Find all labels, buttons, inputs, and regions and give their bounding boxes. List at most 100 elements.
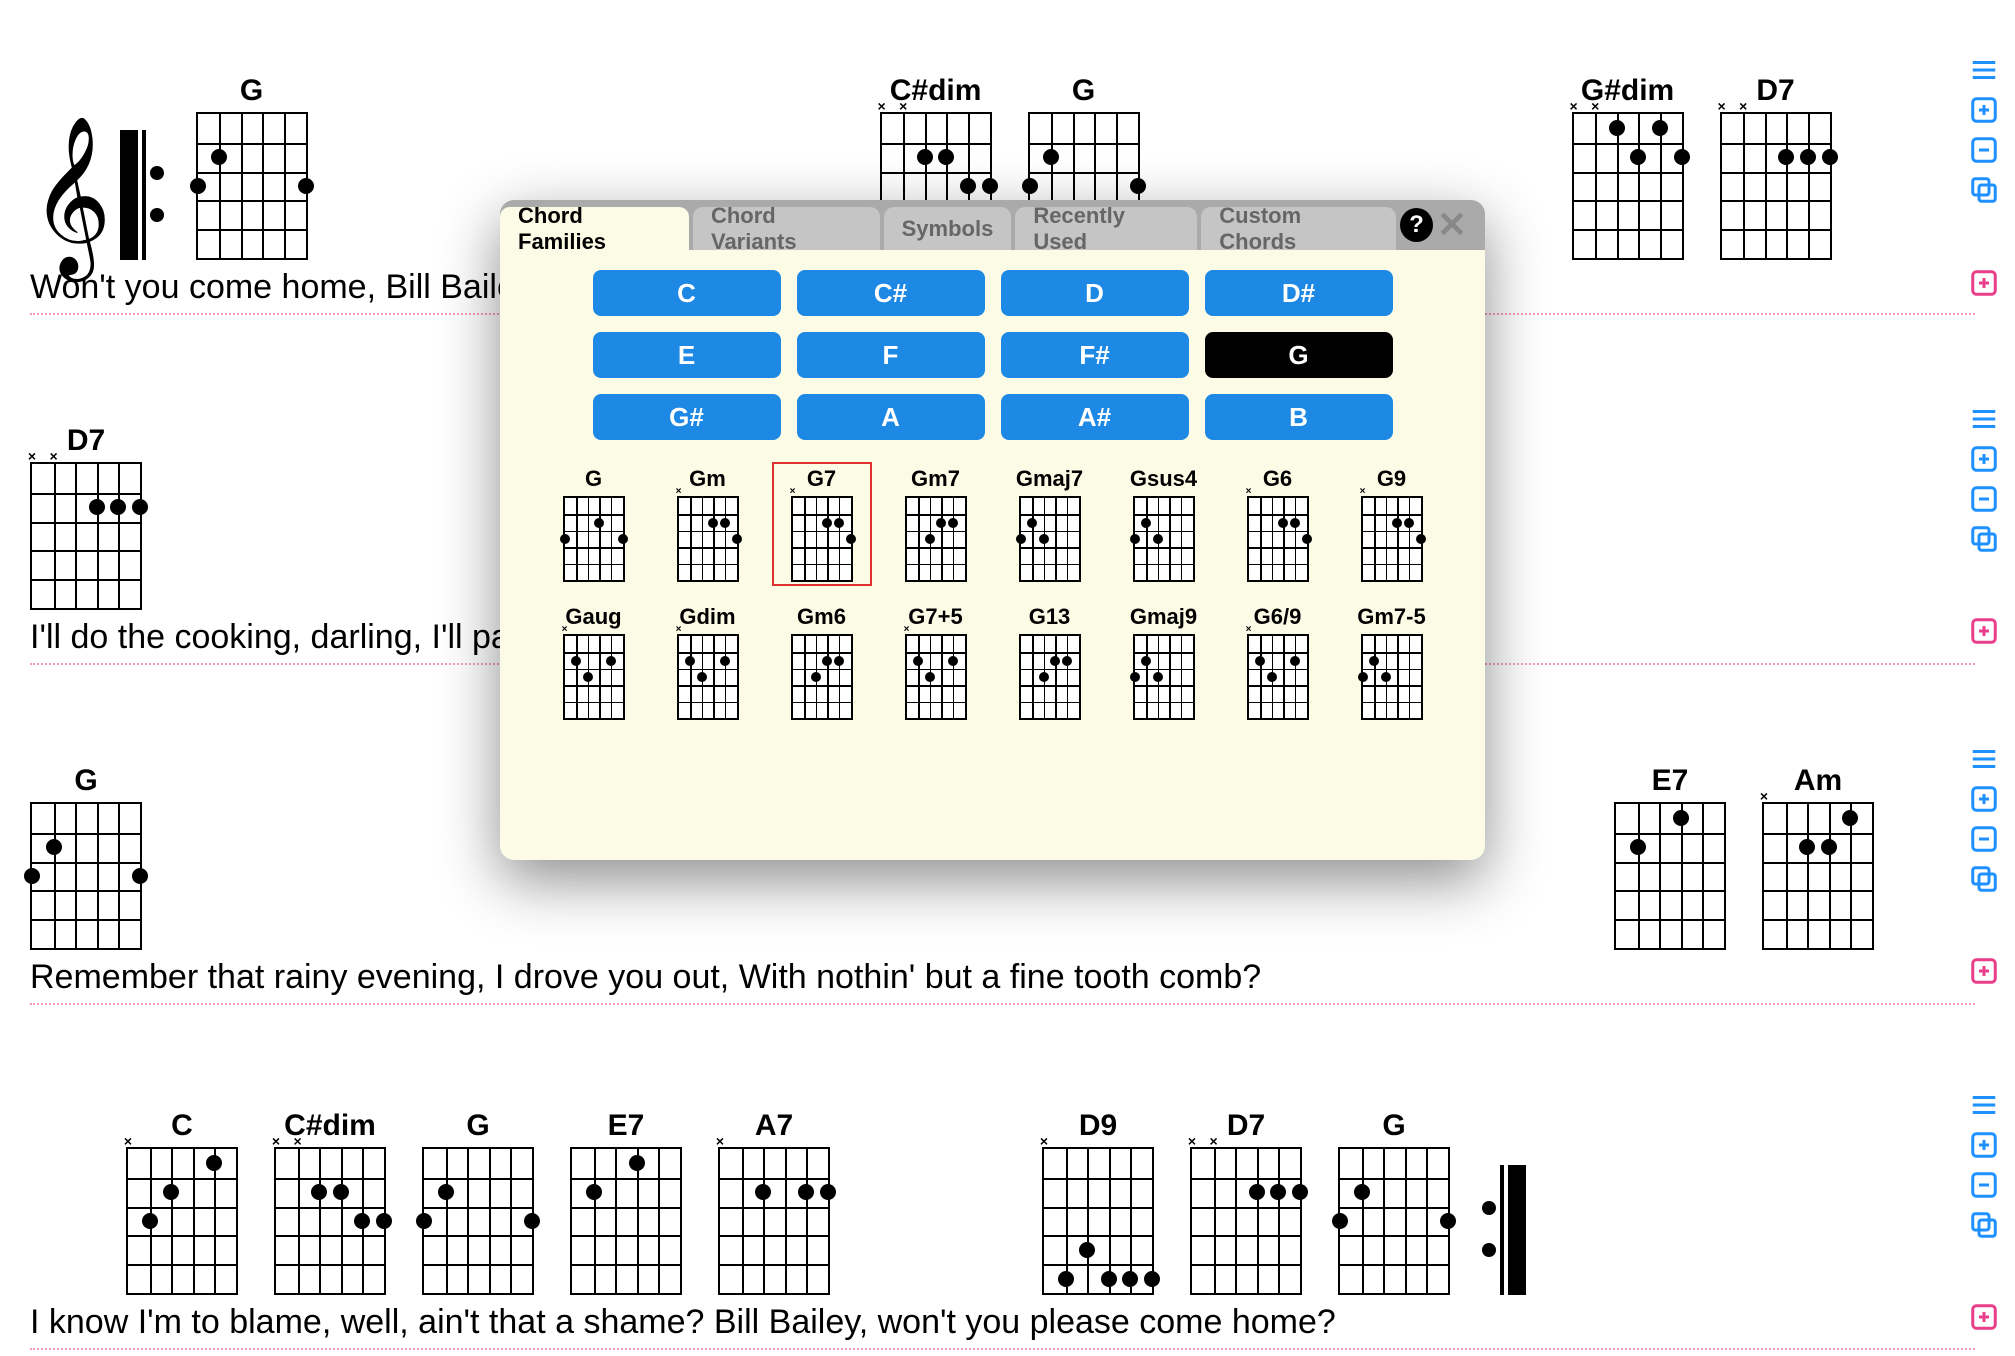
minus-square-icon[interactable] — [1969, 484, 1999, 514]
chord-diagram[interactable]: G — [1338, 1109, 1450, 1295]
chord-name-label: Gm — [689, 466, 726, 492]
root-button-f[interactable]: F — [797, 332, 985, 378]
plus-square-icon[interactable] — [1969, 95, 1999, 125]
minus-square-icon[interactable] — [1969, 824, 1999, 854]
lyrics[interactable]: I know I'm to blame, well, ain't that a … — [30, 1303, 1975, 1348]
fretboard: × — [1762, 802, 1874, 950]
fretboard: × — [563, 634, 625, 720]
tab-chord-variants[interactable]: Chord Variants — [693, 207, 880, 250]
tab-recently-used[interactable]: Recently Used — [1015, 207, 1197, 250]
chord-diagram[interactable]: G — [30, 764, 142, 950]
chord-diagram[interactable]: G#dim ×× — [1572, 74, 1684, 260]
chord-diagram[interactable]: A7 × — [718, 1109, 830, 1295]
root-button-g[interactable]: G — [1205, 332, 1393, 378]
fretboard: × — [126, 1147, 238, 1295]
minus-square-icon[interactable] — [1969, 1170, 1999, 1200]
drag-handle-icon[interactable] — [1969, 404, 1999, 434]
family-chord-gm75[interactable]: Gm7-5 — [1342, 600, 1442, 724]
copy-icon[interactable] — [1969, 1210, 1999, 1240]
fretboard: × — [1247, 634, 1309, 720]
chord-name-label: Gm7-5 — [1357, 604, 1425, 630]
family-chord-gaug[interactable]: Gaug× — [544, 600, 644, 724]
chord-diagram[interactable]: D7 ×× — [30, 424, 142, 610]
close-icon[interactable]: ✕ — [1437, 204, 1467, 246]
chord-diagram[interactable]: Am × — [1762, 764, 1874, 950]
family-chord-gmaj9[interactable]: Gmaj9 — [1114, 600, 1214, 724]
lyrics[interactable]: Remember that rainy evening, I drove you… — [30, 958, 1975, 1003]
family-chord-g13[interactable]: G13 — [1000, 600, 1100, 724]
plus-square-pink-icon[interactable] — [1969, 616, 1999, 646]
root-button-asharp[interactable]: A# — [1001, 394, 1189, 440]
family-chord-g7[interactable]: G7× — [772, 462, 872, 586]
root-button-csharp[interactable]: C# — [797, 270, 985, 316]
line-controls — [1969, 55, 1999, 205]
fretboard: × — [905, 634, 967, 720]
family-chord-gsus4[interactable]: Gsus4 — [1114, 462, 1214, 586]
tab-chord-families[interactable]: Chord Families — [500, 207, 689, 250]
plus-square-icon[interactable] — [1969, 444, 1999, 474]
root-button-gsharp[interactable]: G# — [593, 394, 781, 440]
chord-diagram[interactable]: D7 ×× — [1190, 1109, 1302, 1295]
fretboard — [30, 802, 142, 950]
root-button-fsharp[interactable]: F# — [1001, 332, 1189, 378]
chord-name-label: G9 — [1377, 466, 1406, 492]
family-chord-g6[interactable]: G6× — [1228, 462, 1328, 586]
chord-diagram[interactable]: C#dim ×× — [274, 1109, 386, 1295]
copy-icon[interactable] — [1969, 524, 1999, 554]
chord-name-label: D9 — [1079, 1109, 1117, 1143]
drag-handle-icon[interactable] — [1969, 55, 1999, 85]
chord-diagram[interactable]: E7 — [1614, 764, 1726, 950]
plus-square-icon[interactable] — [1969, 784, 1999, 814]
fretboard — [1614, 802, 1726, 950]
copy-icon[interactable] — [1969, 864, 1999, 894]
add-section-control — [1969, 956, 1999, 986]
family-chord-g69[interactable]: G6/9× — [1228, 600, 1328, 724]
chord-diagram[interactable]: C × — [126, 1109, 238, 1295]
family-chord-g[interactable]: G — [544, 462, 644, 586]
tab-custom-chords[interactable]: Custom Chords — [1201, 207, 1396, 250]
chord-picker-modal: Chord Families Chord Variants Symbols Re… — [500, 200, 1485, 860]
family-chord-gdim[interactable]: Gdim× — [658, 600, 758, 724]
chord-diagram[interactable]: E7 — [570, 1109, 682, 1295]
plus-square-icon[interactable] — [1969, 1130, 1999, 1160]
plus-square-pink-icon[interactable] — [1969, 1302, 1999, 1332]
family-chord-gmaj7[interactable]: Gmaj7 — [1000, 462, 1100, 586]
chord-name-label: D7 — [1227, 1109, 1265, 1143]
plus-square-pink-icon[interactable] — [1969, 956, 1999, 986]
family-chord-gm6[interactable]: Gm6 — [772, 600, 872, 724]
root-button-d[interactable]: D — [1001, 270, 1189, 316]
family-chord-gm7[interactable]: Gm7 — [886, 462, 986, 586]
plus-square-pink-icon[interactable] — [1969, 268, 1999, 298]
family-chord-g75[interactable]: G7+5 × — [886, 600, 986, 724]
family-chord-g9[interactable]: G9× — [1342, 462, 1442, 586]
drag-handle-icon[interactable] — [1969, 744, 1999, 774]
add-section-control — [1969, 1302, 1999, 1332]
fretboard — [1019, 496, 1081, 582]
fretboard — [791, 634, 853, 720]
root-button-c[interactable]: C — [593, 270, 781, 316]
chord-diagram[interactable]: D9 × — [1042, 1109, 1154, 1295]
root-button-b[interactable]: B — [1205, 394, 1393, 440]
chord-name-label: G — [240, 74, 263, 108]
tab-symbols[interactable]: Symbols — [884, 207, 1012, 250]
line-controls — [1969, 404, 1999, 554]
fretboard — [1133, 496, 1195, 582]
fretboard — [1338, 1147, 1450, 1295]
chord-name-label: G7+5 — [908, 604, 962, 630]
root-button-e[interactable]: E — [593, 332, 781, 378]
chord-diagram[interactable]: D7 ×× — [1720, 74, 1832, 260]
drag-handle-icon[interactable] — [1969, 1090, 1999, 1120]
chord-diagram[interactable]: G — [422, 1109, 534, 1295]
fretboard — [905, 496, 967, 582]
family-chord-gm[interactable]: Gm× — [658, 462, 758, 586]
modal-tabbar: Chord Families Chord Variants Symbols Re… — [500, 200, 1485, 250]
help-icon[interactable]: ? — [1400, 208, 1433, 242]
chord-diagram[interactable]: G — [196, 74, 308, 260]
treble-clef-icon: 𝄞 — [30, 154, 112, 237]
fretboard: × — [1247, 496, 1309, 582]
root-button-dsharp[interactable]: D# — [1205, 270, 1393, 316]
minus-square-icon[interactable] — [1969, 135, 1999, 165]
chord-name-label: E7 — [1652, 764, 1689, 798]
root-button-a[interactable]: A — [797, 394, 985, 440]
copy-icon[interactable] — [1969, 175, 1999, 205]
